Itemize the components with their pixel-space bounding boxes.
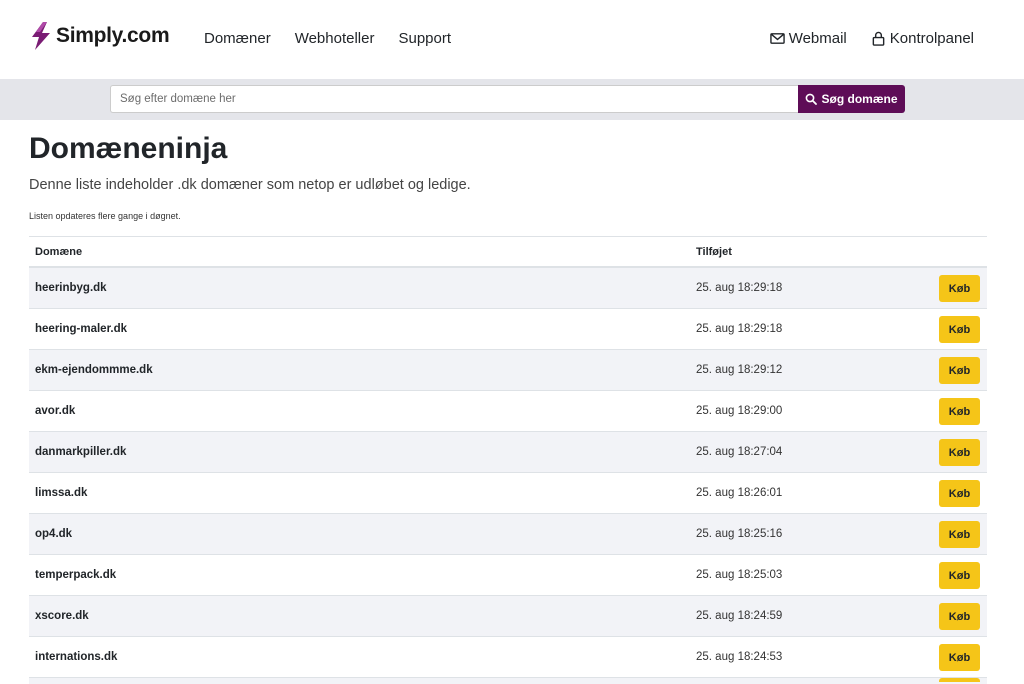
account-nav: Webmail Kontrolpanel [746, 30, 974, 47]
buy-button[interactable]: Køb [939, 398, 980, 425]
search-icon [806, 93, 818, 105]
main-nav: Domæner Webhoteller Support [204, 30, 475, 47]
buy-button[interactable]: Køb [939, 480, 980, 507]
nav-link-domains[interactable]: Domæner [204, 30, 271, 47]
added-cell: 25. aug 18:26:01 [696, 487, 783, 499]
top-navigation: Simply.com Domæner Webhoteller Support W… [0, 0, 1024, 79]
buy-button[interactable]: Køb [939, 357, 980, 384]
added-cell: 25. aug 18:29:18 [696, 323, 783, 335]
expired-domains-table: Domæne Tilføjet heerinbyg.dk 25. aug 18:… [29, 236, 987, 684]
added-cell: 25. aug 18:25:16 [696, 528, 783, 540]
domain-cell: heerinbyg.dk [35, 282, 107, 294]
added-cell: 25. aug 18:27:04 [696, 446, 783, 458]
page-title: Domæneninja [29, 132, 228, 165]
added-cell: 25. aug 18:25:03 [696, 569, 783, 581]
table-row: temperpack.dk 25. aug 18:25:03 Køb [29, 555, 987, 596]
table-row: ekm-ejendommme.dk 25. aug 18:29:12 Køb [29, 350, 987, 391]
page-lead: Denne liste indeholder .dk domæner som n… [29, 177, 471, 193]
added-cell: 25. aug 18:29:12 [696, 364, 783, 376]
webmail-link[interactable]: Webmail [769, 30, 847, 47]
table-row: heerinbyg.dk 25. aug 18:29:18 Køb [29, 268, 987, 309]
domain-cell: avor.dk [35, 405, 76, 417]
table-row: avor.dk 25. aug 18:29:00 Køb [29, 391, 987, 432]
buy-button[interactable]: Køb [939, 562, 980, 589]
control-panel-link[interactable]: Kontrolpanel [871, 30, 974, 47]
nav-link-webhosting[interactable]: Webhoteller [295, 30, 375, 47]
lightning-bolt-icon [32, 22, 50, 50]
buy-button[interactable]: Køb [939, 644, 980, 671]
webmail-label: Webmail [788, 30, 847, 47]
table-row-partial [29, 678, 987, 684]
table-row: internations.dk 25. aug 18:24:53 Køb [29, 637, 987, 678]
domain-cell: temperpack.dk [35, 569, 117, 581]
table-row: danmarkpiller.dk 25. aug 18:27:04 Køb [29, 432, 987, 473]
table-row: xscore.dk 25. aug 18:24:59 Køb [29, 596, 987, 637]
update-note: Listen opdateres flere gange i døgnet. [29, 211, 181, 221]
domain-search-input[interactable] [110, 85, 798, 113]
added-cell: 25. aug 18:24:59 [696, 610, 783, 622]
added-cell: 25. aug 18:29:18 [696, 282, 783, 294]
table-row: op4.dk 25. aug 18:25:16 Køb [29, 514, 987, 555]
nav-link-support[interactable]: Support [398, 30, 451, 47]
domain-cell: xscore.dk [35, 610, 89, 622]
table-body: heerinbyg.dk 25. aug 18:29:18 Køb heerin… [29, 268, 987, 684]
domain-cell: op4.dk [35, 528, 73, 540]
added-cell: 25. aug 18:24:53 [696, 651, 783, 663]
buy-button[interactable]: Køb [939, 316, 980, 343]
domain-cell: limssa.dk [35, 487, 88, 499]
envelope-icon [769, 33, 785, 44]
buy-button[interactable]: Køb [939, 603, 980, 630]
buy-button[interactable]: Køb [939, 521, 980, 548]
domain-cell: internations.dk [35, 651, 118, 663]
buy-button[interactable]: Køb [939, 439, 980, 466]
table-header: Domæne Tilføjet [29, 236, 987, 268]
column-header-domain: Domæne [35, 245, 83, 258]
lock-icon [872, 31, 885, 46]
added-cell: 25. aug 18:29:00 [696, 405, 783, 417]
buy-button-partial[interactable] [939, 678, 980, 682]
control-panel-label: Kontrolpanel [889, 30, 974, 47]
table-row: heering-maler.dk 25. aug 18:29:18 Køb [29, 309, 987, 350]
domain-search-bar: Søg domæne [0, 79, 1024, 120]
domain-cell: ekm-ejendommme.dk [35, 364, 153, 376]
brand-name: Simply.com [56, 24, 170, 47]
search-domain-button[interactable]: Søg domæne [798, 85, 905, 113]
domain-cell: heering-maler.dk [35, 323, 128, 335]
table-row: limssa.dk 25. aug 18:26:01 Køb [29, 473, 987, 514]
logo[interactable]: Simply.com [30, 22, 170, 50]
buy-button[interactable]: Køb [939, 275, 980, 302]
domain-cell: danmarkpiller.dk [35, 446, 127, 458]
search-button-label: Søg domæne [821, 92, 898, 106]
column-header-added: Tilføjet [696, 245, 732, 258]
